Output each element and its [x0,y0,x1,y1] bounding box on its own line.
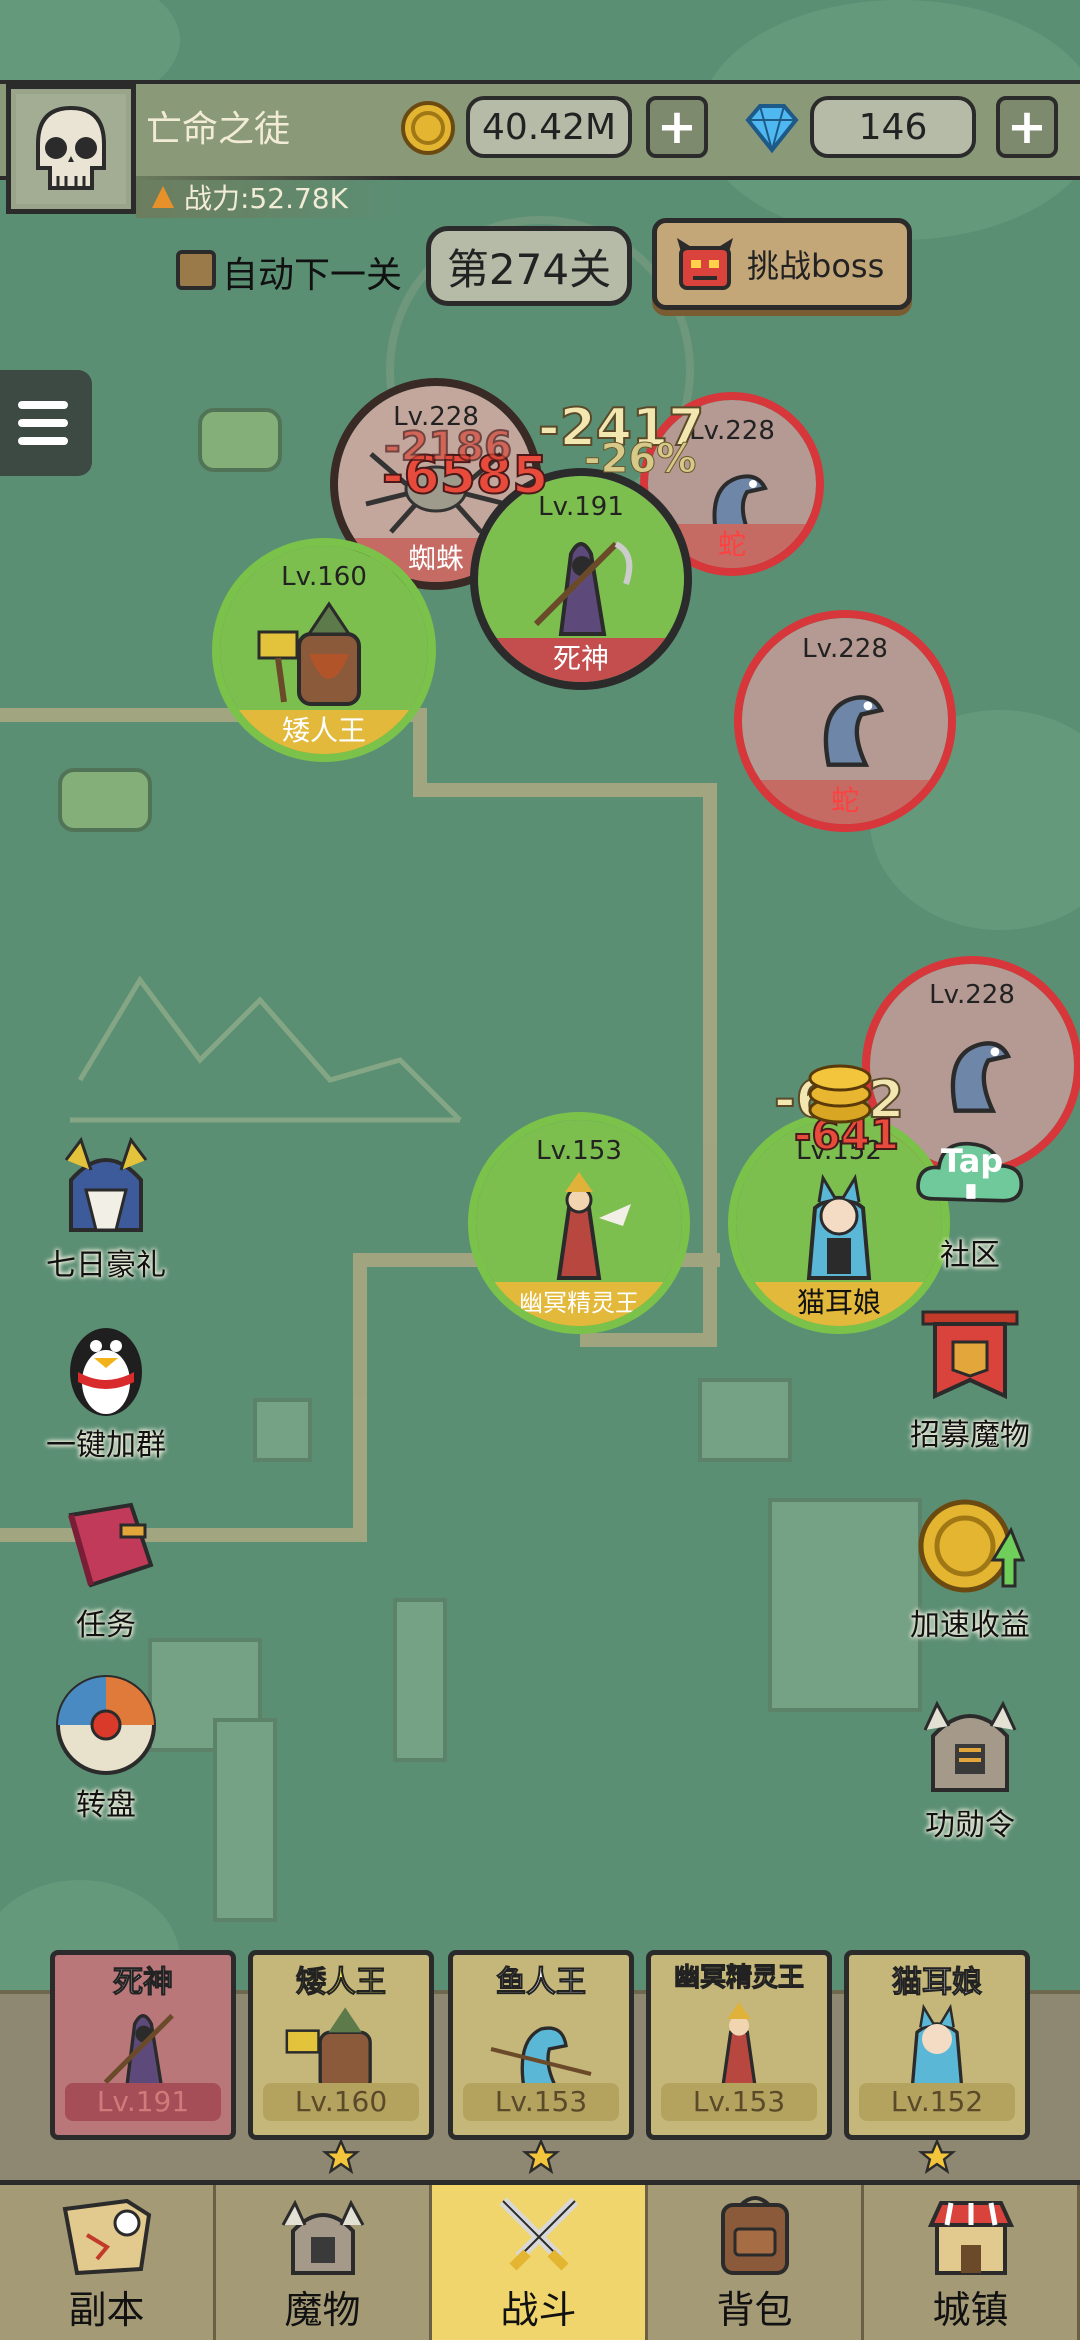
tasks-label: 任务 [76,1608,136,1643]
recruit-banner-icon [921,1310,1019,1400]
speed-income-button[interactable]: 加速收益 [890,1490,1050,1644]
player-avatar[interactable] [6,84,136,214]
auto-next-label[interactable]: 自动下一关 [222,246,402,298]
combat-power: 战力:52.78K [136,176,406,218]
roster-name: 猫耳娘 [892,1965,983,2001]
star-icon [321,2138,361,2180]
tab-label: 副本 [68,2288,145,2332]
roster-card-fishman-king[interactable]: 鱼人王 Lv.153 [448,1950,634,2140]
tap-badge: Tap [941,1142,1004,1180]
auto-next-checkbox[interactable] [176,250,216,290]
unit-level: Lv.228 [802,634,888,664]
add-gold-button[interactable]: + [646,96,708,158]
coin-boost-icon [918,1499,1025,1593]
unit-name: 死神 [478,638,684,682]
enemy-unit-snake-2[interactable]: Lv.228 蛇 [734,610,956,832]
merit-helmet-icon [923,1700,1017,1792]
player-name: 亡命之徒 [146,109,291,150]
recruit-monster-button[interactable]: 招募魔物 [890,1300,1050,1454]
roster-card-cat-girl[interactable]: 猫耳娘 Lv.152 [844,1950,1030,2140]
roster-card-reaper[interactable]: 死神 Lv.191 [50,1950,236,2140]
wheel-button[interactable]: 转盘 [26,1670,186,1824]
tab-label: 魔物 [284,2288,361,2332]
recruit-monster-label: 招募魔物 [910,1418,1030,1453]
roster-level: Lv.191 [65,2083,221,2121]
seven-day-gift-label: 七日豪礼 [46,1248,166,1283]
star-icon [917,2138,957,2180]
challenge-boss-label: 挑战boss [747,247,885,285]
shop-icon [927,2201,1014,2275]
bottom-nav: 副本 魔物 战斗 背包 城镇 [0,2180,1080,2340]
roster-level: Lv.153 [661,2083,817,2121]
menu-button[interactable] [0,370,92,476]
unit-name: 矮人王 [220,710,428,754]
add-gems-button[interactable]: + [996,96,1058,158]
wheel-label: 转盘 [76,1788,136,1823]
coin-stack-effect [800,1050,880,1134]
join-group-button[interactable]: 一键加群 [26,1310,186,1464]
roster-level: Lv.160 [263,2083,419,2121]
reaper-icon [533,541,633,636]
power-icon [152,186,174,208]
cat-girl-icon [806,1173,872,1280]
gem-amount: 146 [810,96,976,158]
tab-dungeon[interactable]: 副本 [0,2185,216,2340]
book-icon [68,1502,154,1588]
merit-order-button[interactable]: 功勋令 [890,1690,1050,1844]
roster-name: 幽冥精灵王 [673,1963,804,1994]
penguin-icon [70,1328,142,1416]
roster-name: 鱼人王 [496,1965,587,2001]
seven-day-gift-button[interactable]: 七日豪礼 [26,1130,186,1284]
stage-indicator: 第274关 [426,226,632,306]
damage-number: -2186 [383,423,513,471]
gold-coin-icon [400,100,456,160]
elf-king-icon [556,1172,631,1280]
gold-amount: 40.42M [466,96,632,158]
damage-percent: -26% [583,436,697,483]
roster-card-nether-elf-king[interactable]: 幽冥精灵王 Lv.153 [646,1950,832,2140]
ally-unit-nether-elf-king[interactable]: Lv.153 幽冥精灵王 [468,1112,690,1334]
ally-unit-dwarf-king[interactable]: Lv.160 矮人王 [212,538,436,762]
star-icon [521,2138,561,2180]
community-label: 社区 [940,1238,1000,1273]
demon-icon [677,238,733,290]
unit-level: Lv.160 [281,562,367,592]
tab-town[interactable]: 城镇 [864,2185,1080,2340]
dwarf-king-icon [257,601,361,706]
gem-icon [742,100,802,160]
unit-level: Lv.153 [536,1136,622,1166]
join-group-label: 一键加群 [46,1428,166,1463]
crossed-swords-icon [498,2197,579,2271]
community-button[interactable]: Tap 社区 [890,1120,1050,1274]
knight-helmet-icon [64,1136,148,1232]
roster-name: 矮人王 [296,1965,387,2001]
tab-monster[interactable]: 魔物 [216,2185,432,2340]
map-scroll-icon [62,2198,151,2275]
snake-icon [950,1041,1012,1113]
wheel-icon [56,1675,156,1775]
roster-name: 死神 [113,1965,174,2001]
roster-level: Lv.153 [463,2083,619,2121]
skull-avatar-icon [16,94,126,204]
unit-name: 蛇 [742,780,948,824]
monster-helmet-icon [281,2199,364,2275]
combat-power-label: 战力:52.78K [184,182,348,215]
unit-level: Lv.228 [929,980,1015,1010]
tab-label: 城镇 [932,2288,1009,2332]
speed-income-label: 加速收益 [910,1608,1030,1643]
tasks-button[interactable]: 任务 [26,1490,186,1644]
unit-name: 幽冥精灵王 [476,1282,682,1326]
tab-backpack[interactable]: 背包 [648,2185,864,2340]
merit-order-label: 功勋令 [925,1808,1015,1843]
roster-card-dwarf-king[interactable]: 矮人王 Lv.160 [248,1950,434,2140]
tab-battle[interactable]: 战斗 [432,2185,648,2340]
challenge-boss-button[interactable]: 挑战boss [652,218,912,310]
tab-label: 战斗 [500,2288,577,2332]
tab-label: 背包 [716,2288,793,2332]
roster-level: Lv.152 [859,2083,1015,2121]
snake-icon [823,695,885,767]
backpack-icon [720,2196,789,2275]
